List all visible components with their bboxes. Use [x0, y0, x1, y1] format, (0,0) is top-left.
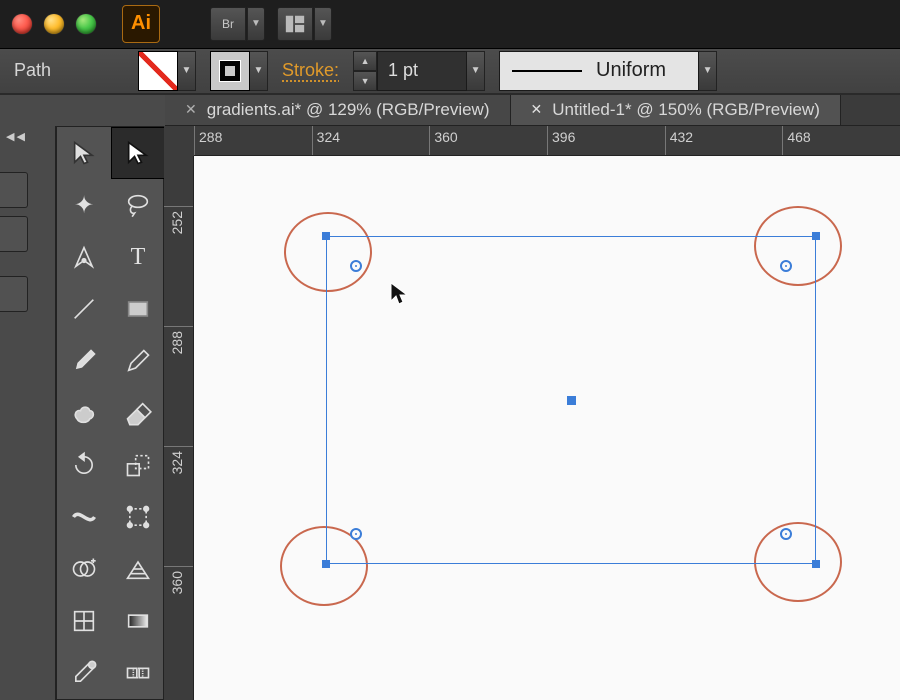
- stroke-weight-field[interactable]: 1 pt: [377, 51, 467, 91]
- doc-tab-label: Untitled-1* @ 150% (RGB/Preview): [552, 100, 820, 120]
- close-tab-icon[interactable]: ✕: [185, 101, 197, 118]
- window-controls: [12, 14, 96, 34]
- stroke-weight-stepper[interactable]: ▲▼: [353, 51, 377, 91]
- selection-type-label: Path: [14, 60, 124, 81]
- anchor-handle[interactable]: [322, 560, 330, 568]
- cursor-icon: [390, 282, 408, 306]
- stroke-weight-dropdown[interactable]: ▼: [467, 51, 485, 91]
- app-window: Ai Br ▼ ▼ Path ▼ ▼ Stroke: ▲▼ 1 pt ▼: [0, 0, 900, 700]
- collapsed-panel-rail[interactable]: ◀◀: [0, 126, 56, 700]
- direct-selection-tool[interactable]: [111, 127, 165, 179]
- profile-dropdown[interactable]: ▼: [699, 51, 717, 91]
- doc-tab-gradients[interactable]: ✕ gradients.ai* @ 129% (RGB/Preview): [165, 95, 511, 126]
- magic-wand-tool[interactable]: ✦: [57, 179, 111, 231]
- bridge-dropdown[interactable]: ▼: [247, 7, 265, 41]
- ruler-tick-label: 288: [169, 331, 185, 354]
- live-corner-widget[interactable]: [780, 260, 792, 272]
- close-tab-icon[interactable]: ✕: [531, 101, 543, 118]
- bridge-launcher[interactable]: Br ▼: [210, 7, 265, 41]
- line-segment-tool[interactable]: [57, 283, 111, 335]
- perspective-grid-tool[interactable]: [111, 543, 165, 595]
- stroke-panel-link[interactable]: Stroke:: [282, 60, 339, 81]
- uniform-profile-icon: [512, 70, 582, 72]
- anchor-handle[interactable]: [322, 232, 330, 240]
- paintbrush-tool[interactable]: [57, 335, 111, 387]
- document-tabs: ✕ gradients.ai* @ 129% (RGB/Preview) ✕ U…: [165, 95, 900, 127]
- eyedropper-tool[interactable]: [57, 647, 111, 699]
- illustrator-app-icon: Ai: [122, 5, 160, 43]
- stroke-dropdown[interactable]: ▼: [250, 51, 268, 91]
- blob-brush-tool[interactable]: [57, 387, 111, 439]
- pencil-tool[interactable]: [111, 335, 165, 387]
- arrange-documents-icon[interactable]: [277, 7, 313, 41]
- type-tool[interactable]: T: [111, 231, 165, 283]
- ruler-tick-label: 468: [787, 129, 810, 145]
- panel-stub-1[interactable]: [0, 172, 28, 208]
- fill-color-control[interactable]: ▼: [138, 51, 196, 91]
- live-corner-widget[interactable]: [350, 260, 362, 272]
- ruler-tick-label: 324: [169, 451, 185, 474]
- ruler-tick-label: 324: [317, 129, 340, 145]
- zoom-window-button[interactable]: [76, 14, 96, 34]
- stroke-weight-down[interactable]: ▼: [353, 71, 377, 91]
- doc-tab-untitled[interactable]: ✕ Untitled-1* @ 150% (RGB/Preview): [511, 95, 841, 126]
- shape-builder-tool[interactable]: [57, 543, 111, 595]
- fill-dropdown[interactable]: ▼: [178, 51, 196, 91]
- main-area: ◀◀ ✦ T: [0, 126, 900, 700]
- anchor-handle[interactable]: [812, 232, 820, 240]
- profile-label: Uniform: [596, 59, 666, 82]
- selection-tool[interactable]: [57, 127, 111, 179]
- arrange-documents[interactable]: ▼: [277, 7, 332, 41]
- ruler-tick-label: 288: [199, 129, 222, 145]
- tools-panel: ✦ T: [56, 126, 164, 700]
- rotate-tool[interactable]: [57, 439, 111, 491]
- titlebar: Ai Br ▼ ▼: [0, 0, 900, 49]
- gradient-tool[interactable]: [111, 595, 165, 647]
- document-view: 288 324 360 396 432 468 252 288 324 360: [164, 126, 900, 700]
- eraser-tool[interactable]: [111, 387, 165, 439]
- control-bar: Path ▼ ▼ Stroke: ▲▼ 1 pt ▼ Uniform ▼: [0, 49, 900, 95]
- close-window-button[interactable]: [12, 14, 32, 34]
- panel-stub-2[interactable]: [0, 216, 28, 252]
- blend-tool[interactable]: [111, 647, 165, 699]
- stroke-weight-up[interactable]: ▲: [353, 51, 377, 71]
- artboard-canvas[interactable]: [194, 156, 900, 700]
- minimize-window-button[interactable]: [44, 14, 64, 34]
- ruler-tick-label: 396: [552, 129, 575, 145]
- ruler-tick-label: 360: [169, 571, 185, 594]
- lasso-tool[interactable]: [111, 179, 165, 231]
- rectangle-tool[interactable]: [111, 283, 165, 335]
- fill-none-swatch[interactable]: [138, 51, 178, 91]
- variable-width-profile[interactable]: Uniform ▼: [499, 51, 717, 91]
- doc-tab-label: gradients.ai* @ 129% (RGB/Preview): [207, 100, 490, 120]
- free-transform-tool[interactable]: [111, 491, 165, 543]
- ruler-tick-label: 252: [169, 211, 185, 234]
- stroke-swatch[interactable]: [210, 51, 250, 91]
- anchor-handle[interactable]: [812, 560, 820, 568]
- pen-tool[interactable]: [57, 231, 111, 283]
- vertical-ruler[interactable]: 252 288 324 360: [164, 156, 194, 700]
- center-point: [567, 396, 576, 405]
- profile-display[interactable]: Uniform: [499, 51, 699, 91]
- panel-stub-3[interactable]: [0, 276, 28, 312]
- live-corner-widget[interactable]: [780, 528, 792, 540]
- ruler-tick-label: 432: [670, 129, 693, 145]
- expand-panels-icon[interactable]: ◀◀: [6, 130, 27, 143]
- ruler-tick-label: 360: [434, 129, 457, 145]
- horizontal-ruler[interactable]: 288 324 360 396 432 468: [194, 126, 900, 156]
- mesh-tool[interactable]: [57, 595, 111, 647]
- stroke-color-control[interactable]: ▼: [210, 51, 268, 91]
- stroke-weight-control[interactable]: ▲▼ 1 pt ▼: [353, 51, 485, 91]
- width-tool[interactable]: [57, 491, 111, 543]
- bridge-icon[interactable]: Br: [210, 7, 246, 41]
- scale-tool[interactable]: [111, 439, 165, 491]
- arrange-documents-dropdown[interactable]: ▼: [314, 7, 332, 41]
- live-corner-widget[interactable]: [350, 528, 362, 540]
